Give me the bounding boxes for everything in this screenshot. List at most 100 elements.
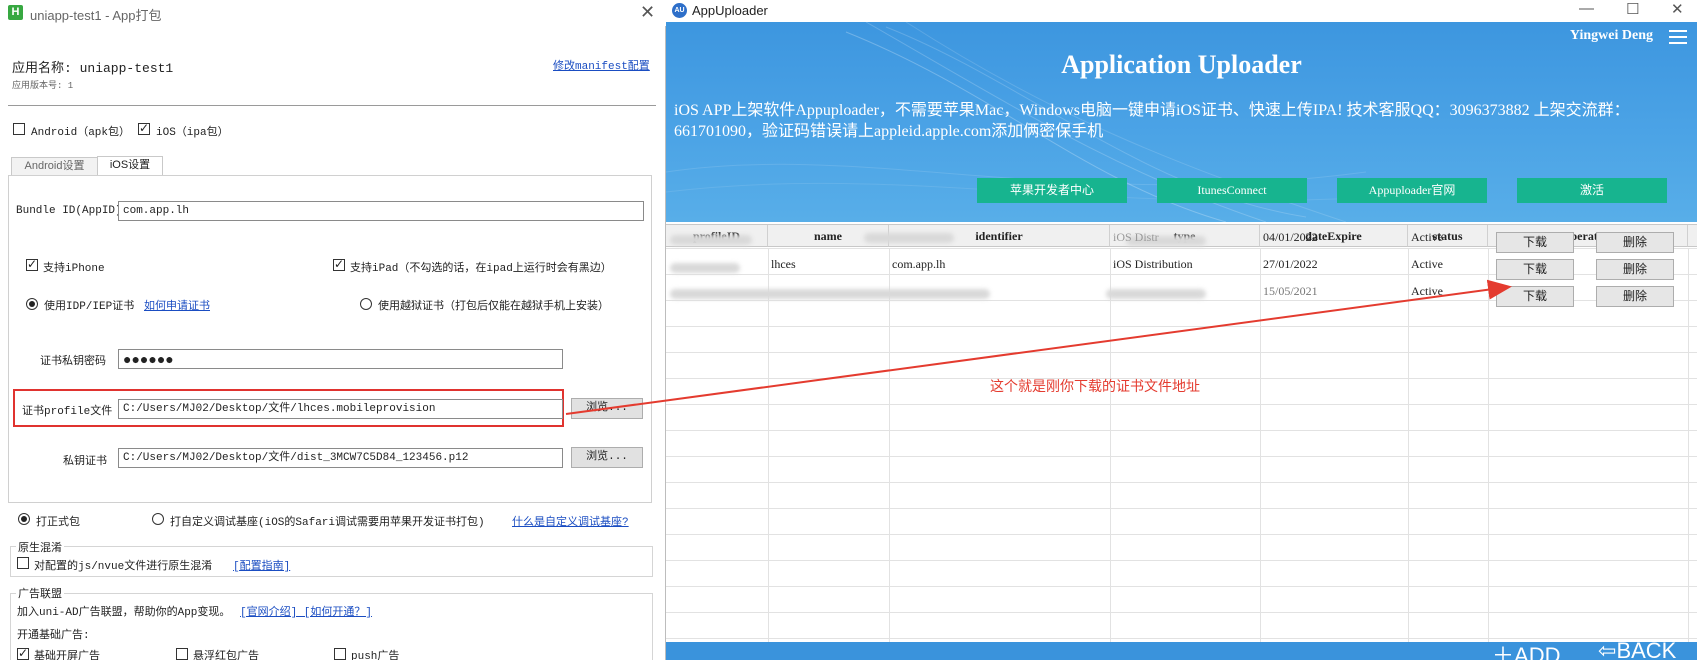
add-button-label: ADD: [1514, 643, 1561, 660]
grid-row-line: [666, 586, 1697, 587]
idp-cert-radio[interactable]: [26, 298, 38, 310]
row-1-status: Active: [1411, 257, 1443, 271]
minimize-icon[interactable]: —: [1579, 0, 1594, 17]
obfuscation-guide-link[interactable]: [配置指南]: [233, 557, 290, 573]
close-icon[interactable]: ✕: [640, 2, 655, 23]
row-2-delete-button[interactable]: 删除: [1596, 286, 1674, 307]
row-0-date: 04/01/2022: [1263, 230, 1318, 244]
left-window-title: uniapp-test1 - App打包: [30, 8, 162, 23]
add-button[interactable]: ＋ADD: [1492, 642, 1560, 660]
back-button-label: BACK: [1616, 642, 1677, 660]
hbuilder-pack-window: H uniapp-test1 - App打包 ✕ 应用名称: uniapp-te…: [0, 0, 666, 660]
browse-private-cert-button[interactable]: 浏览...: [571, 447, 643, 468]
bundle-id-label: Bundle ID(AppID): [16, 205, 122, 217]
android-package-checkbox[interactable]: [13, 123, 25, 135]
formal-package-label: 打正式包: [36, 517, 80, 529]
android-package-label: Android（apk包）: [31, 127, 131, 139]
grid-row-line: [666, 456, 1697, 457]
idp-cert-label: 使用IDP/IEP证书: [44, 301, 135, 313]
tab-android-settings[interactable]: Android设置: [11, 157, 98, 176]
jailbreak-cert-label: 使用越狱证书（打包后仅能在越狱手机上安装）: [378, 301, 609, 313]
itunes-connect-button[interactable]: ItunesConnect: [1157, 178, 1307, 203]
grid-row-line: [666, 352, 1697, 353]
grid-row-line: [666, 534, 1697, 535]
grid-row-line: [666, 560, 1697, 561]
redacted-cell: [1106, 289, 1206, 299]
column-header-filler: [1688, 225, 1697, 247]
ad-push-checkbox[interactable]: [334, 648, 346, 660]
menu-icon[interactable]: [1669, 30, 1687, 44]
ad-push-label: push广告: [351, 651, 400, 660]
grid-column-line: [768, 248, 769, 643]
grid-column-line: [1688, 248, 1689, 643]
profiles-table: profileID name identifier type dateExpir…: [666, 224, 1697, 643]
profile-file-input[interactable]: C:/Users/MJ02/Desktop/文件/lhces.mobilepro…: [118, 399, 563, 419]
redacted-cell: [670, 235, 752, 245]
jailbreak-cert-radio[interactable]: [360, 298, 372, 310]
redacted-cell: [670, 263, 740, 273]
cert-password-input[interactable]: ●●●●●●: [118, 349, 563, 369]
row-1-type: iOS Distribution: [1113, 257, 1193, 271]
grid-row-line: [666, 482, 1697, 483]
divider: [8, 105, 656, 106]
ad-alliance-desc: 加入uni-AD广告联盟，帮助你的App变现。: [17, 607, 231, 619]
cert-password-label: 证书私钥密码: [40, 356, 106, 368]
app-name-label: 应用名称: uniapp-test1: [12, 61, 174, 76]
appuploader-website-button[interactable]: Appuploader官网: [1337, 178, 1487, 203]
grid-row-line: [666, 326, 1697, 327]
formal-package-radio[interactable]: [18, 513, 30, 525]
row-1-name: lhces: [771, 257, 796, 271]
private-cert-input[interactable]: C:/Users/MJ02/Desktop/文件/dist_3MCW7C5D84…: [118, 448, 563, 468]
support-ipad-label: 支持iPad（不勾选的话，在ipad上运行时会有黑边）: [350, 263, 612, 275]
right-title-bar: AU AppUploader — ☐ ✕: [666, 0, 1697, 22]
ad-splash-checkbox[interactable]: [17, 646, 29, 660]
user-name[interactable]: Yingwei Deng: [1570, 28, 1653, 44]
ad-alliance-links[interactable]: [官网介绍] [如何开通？]: [240, 603, 372, 619]
manifest-config-link[interactable]: 修改manifest配置: [553, 57, 650, 73]
back-arrow-icon: ⇦: [1598, 642, 1617, 660]
grid-row-line: [666, 612, 1697, 613]
profile-file-label: 证书profile文件: [22, 406, 113, 418]
row-0-status: Active: [1411, 230, 1443, 244]
appuploader-window: AU AppUploader — ☐ ✕ Yingwei Deng Applic…: [666, 0, 1697, 660]
ad-alliance-title: 广告联盟: [16, 585, 64, 601]
maximize-icon[interactable]: ☐: [1626, 0, 1639, 18]
row-1-download-button[interactable]: 下载: [1496, 259, 1574, 280]
ad-splash-label: 基础开屏广告: [34, 651, 100, 660]
row-1-date: 27/01/2022: [1263, 257, 1318, 271]
redacted-cell: [864, 233, 954, 243]
row-1-identifier: com.app.lh: [892, 257, 946, 271]
row-0-delete-button[interactable]: 删除: [1596, 232, 1674, 253]
row-0-download-button[interactable]: 下载: [1496, 232, 1574, 253]
apple-developer-center-button[interactable]: 苹果开发者中心: [977, 178, 1127, 203]
plus-icon: ＋: [1492, 643, 1515, 660]
grid-row-line: [666, 638, 1697, 639]
redacted-cell: [670, 289, 990, 299]
support-ipad-checkbox[interactable]: [333, 257, 345, 271]
tab-ios-settings[interactable]: iOS设置: [97, 156, 163, 176]
row-1-delete-button[interactable]: 删除: [1596, 259, 1674, 280]
row-2-download-button[interactable]: 下载: [1496, 286, 1574, 307]
close-icon[interactable]: ✕: [1671, 0, 1684, 18]
activate-button[interactable]: 激活: [1517, 178, 1667, 203]
left-title-bar: H uniapp-test1 - App打包 ✕: [0, 0, 666, 26]
bundle-id-input[interactable]: com.app.lh: [118, 201, 644, 221]
how-to-apply-cert-link[interactable]: 如何申请证书: [144, 297, 210, 313]
app-version-label: 应用版本号: 1: [12, 81, 74, 91]
support-iphone-label: 支持iPhone: [43, 263, 105, 275]
custom-base-help-link[interactable]: 什么是自定义调试基座?: [512, 513, 629, 529]
banner-description: iOS APP上架软件Appuploader，不需要苹果Mac，Windows电…: [674, 102, 1630, 140]
ad-redpacket-checkbox[interactable]: [176, 648, 188, 660]
custom-base-radio[interactable]: [152, 513, 164, 525]
custom-base-label: 打自定义调试基座(iOS的Safari调试需要用苹果开发证书打包): [170, 517, 485, 529]
native-obfuscation-checkbox[interactable]: [17, 557, 29, 569]
support-iphone-checkbox[interactable]: [26, 257, 38, 271]
bottom-action-bar: ＋ADD ⇦BACK: [666, 642, 1697, 660]
ios-package-label: iOS（ipa包）: [156, 127, 229, 139]
row-2-date: 15/05/2021: [1263, 284, 1318, 298]
browse-profile-button[interactable]: 浏览...: [571, 398, 643, 419]
back-button[interactable]: ⇦BACK: [1598, 642, 1676, 660]
ios-package-checkbox[interactable]: [138, 121, 150, 135]
annotation-text: 这个就是刚你下载的证书文件地址: [990, 378, 1200, 394]
hbuilder-app-icon: H: [8, 5, 23, 20]
